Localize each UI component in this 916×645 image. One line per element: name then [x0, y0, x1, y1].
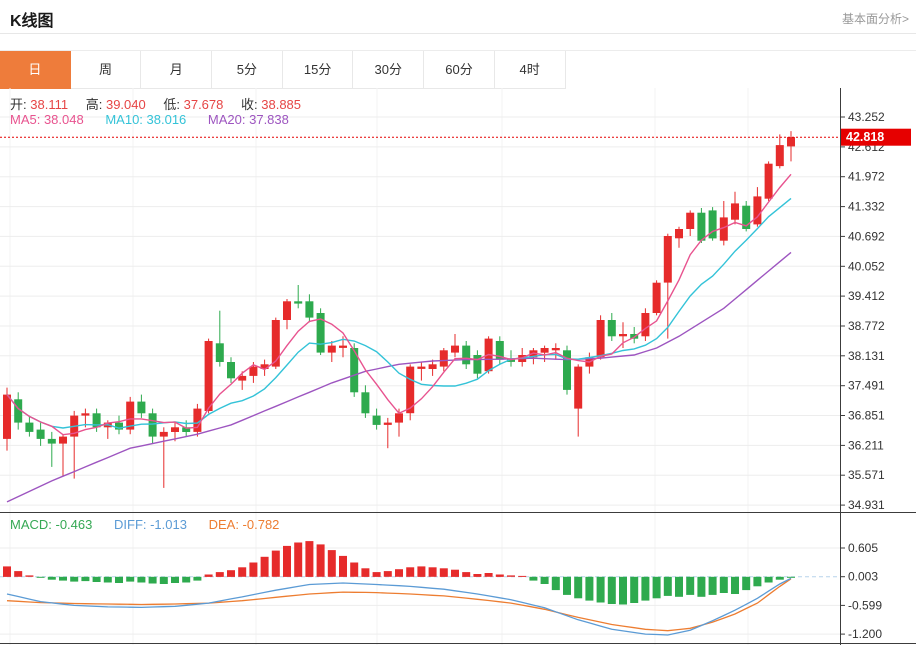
candles	[3, 131, 795, 488]
open-label: 开:	[10, 97, 27, 112]
svg-text:0.605: 0.605	[848, 541, 878, 555]
svg-text:0.003: 0.003	[848, 570, 878, 584]
tab-day[interactable]: 日	[0, 51, 71, 89]
svg-text:42.818: 42.818	[846, 130, 884, 144]
svg-text:41.972: 41.972	[848, 170, 885, 184]
svg-text:40.692: 40.692	[848, 229, 885, 243]
high-value: 39.040	[106, 97, 146, 112]
tab-month[interactable]: 月	[141, 51, 212, 89]
low-label: 低:	[163, 97, 180, 112]
tab-week[interactable]: 周	[71, 51, 142, 89]
ma10-value: MA10: 38.016	[105, 112, 186, 127]
close-value: 38.885	[261, 97, 301, 112]
ma20-value: MA20: 37.838	[208, 112, 289, 127]
ma5-value: MA5: 38.048	[10, 112, 84, 127]
macd-value: MACD: -0.463	[10, 517, 92, 532]
tab-30min[interactable]: 30分	[353, 51, 424, 89]
tab-4hour[interactable]: 4时	[495, 51, 566, 89]
svg-text:43.252: 43.252	[848, 110, 885, 124]
open-value: 38.111	[30, 97, 68, 112]
svg-text:37.491: 37.491	[848, 379, 885, 393]
tab-60min[interactable]: 60分	[424, 51, 495, 89]
dea-line	[7, 579, 791, 631]
svg-text:35.571: 35.571	[848, 468, 885, 482]
ma10-line	[7, 198, 791, 428]
ma-readout: MA5: 38.048 MA10: 38.016 MA20: 37.838	[10, 112, 289, 127]
macd-chart[interactable]: 0.605 0.003 -0.599 -1.200	[0, 513, 916, 645]
macd-bars	[3, 541, 795, 604]
high-label: 高:	[86, 97, 103, 112]
svg-text:40.052: 40.052	[848, 259, 885, 273]
ma5-line	[7, 174, 791, 434]
svg-text:-0.599: -0.599	[848, 598, 882, 612]
current-price-label: 42.818	[841, 129, 911, 146]
svg-text:34.931: 34.931	[848, 498, 885, 512]
ohlc-readout: 开: 38.111 高: 39.040 低: 37.678 收: 38.885	[10, 94, 315, 113]
tab-15min[interactable]: 15分	[283, 51, 354, 89]
header: K线图 基本面分析>	[0, 0, 916, 34]
svg-text:41.332: 41.332	[848, 200, 885, 214]
close-label: 收:	[241, 97, 258, 112]
svg-text:36.851: 36.851	[848, 409, 885, 423]
svg-text:38.131: 38.131	[848, 349, 885, 363]
tab-5min[interactable]: 5分	[212, 51, 283, 89]
diff-line	[7, 578, 791, 635]
page-title: K线图	[10, 7, 54, 31]
svg-text:-1.200: -1.200	[848, 627, 882, 641]
svg-text:36.211: 36.211	[848, 438, 884, 452]
macd-readout: MACD: -0.463 DIFF: -1.013 DEA: -0.782	[10, 517, 279, 532]
low-value: 37.678	[184, 97, 224, 112]
svg-text:38.772: 38.772	[848, 319, 885, 333]
period-tabs: 日 周 月 5分 15分 30分 60分 4时	[0, 50, 916, 89]
svg-text:39.412: 39.412	[848, 289, 885, 303]
main-candlestick-chart[interactable]: 43.25242.61241.97241.33240.69240.05239.4…	[0, 88, 916, 513]
dea-value: DEA: -0.782	[209, 517, 280, 532]
fundamental-analysis-link[interactable]: 基本面分析>	[842, 10, 909, 27]
kline-page: K线图 基本面分析> 日 周 月 5分 15分 30分 60分 4时 开: 38…	[0, 0, 916, 645]
diff-value: DIFF: -1.013	[114, 517, 187, 532]
